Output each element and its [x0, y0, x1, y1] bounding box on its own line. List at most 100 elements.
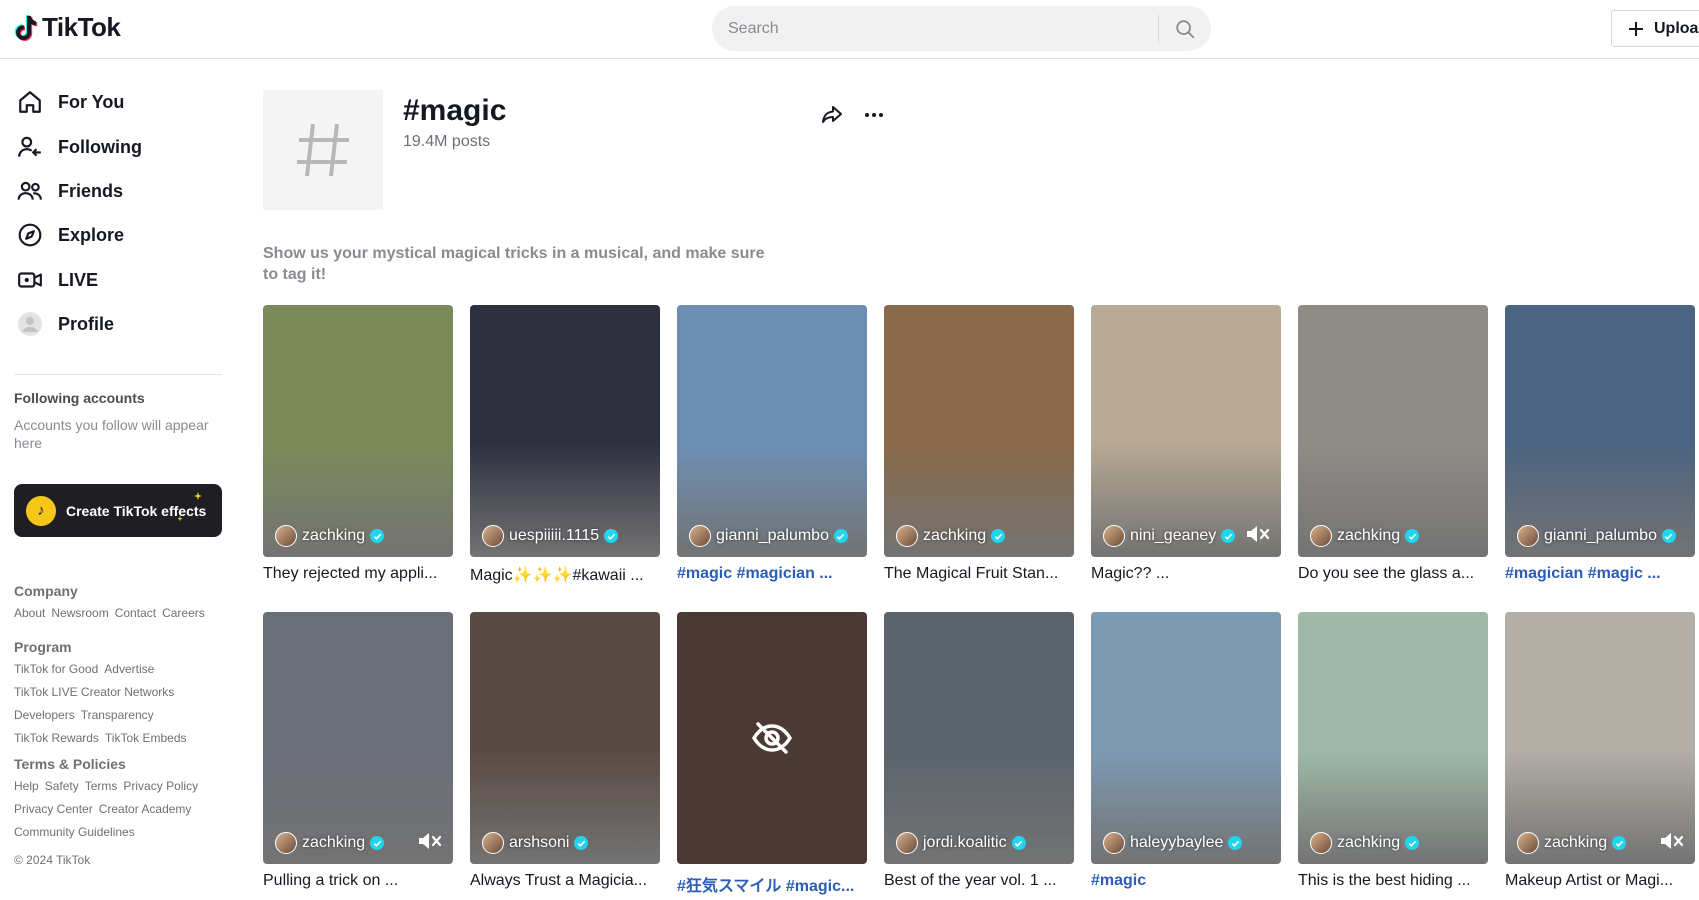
- verified-badge-icon: [604, 529, 619, 543]
- video-thumbnail[interactable]: zachking: [1298, 305, 1488, 557]
- profile-avatar-icon: [16, 310, 44, 338]
- video-card[interactable]: #狂気スマイル #magic...: [677, 612, 867, 896]
- upload-button[interactable]: Uploa: [1611, 10, 1699, 47]
- video-thumbnail[interactable]: arshsoni: [470, 612, 660, 864]
- video-thumbnail[interactable]: [677, 612, 867, 864]
- footer-link[interactable]: TikTok Embeds: [105, 731, 187, 746]
- nav-friends[interactable]: Friends: [16, 171, 226, 211]
- footer-link[interactable]: Creator Academy: [99, 802, 192, 817]
- video-caption[interactable]: #狂気スマイル #magic...: [677, 872, 867, 896]
- author-avatar: [1103, 832, 1125, 854]
- video-card[interactable]: gianni_palumbo #magic #magician ...: [677, 305, 867, 583]
- video-card[interactable]: zachking This is the best hiding ...: [1298, 612, 1488, 890]
- footer-link[interactable]: About: [14, 606, 45, 621]
- video-thumbnail[interactable]: uespiiiii.1115: [470, 305, 660, 557]
- footer-link[interactable]: Safety: [45, 779, 79, 794]
- video-thumbnail[interactable]: zachking: [263, 305, 453, 557]
- video-card[interactable]: gianni_palumbo #magician #magic ...: [1505, 305, 1695, 583]
- video-caption[interactable]: #magic #magician ...: [677, 565, 867, 583]
- video-author[interactable]: zachking: [1517, 832, 1627, 854]
- verified-badge-icon: [1405, 529, 1420, 543]
- nav-profile[interactable]: Profile: [16, 304, 226, 344]
- compass-icon: [16, 221, 44, 249]
- verified-badge-icon: [1405, 836, 1420, 850]
- more-options-button[interactable]: [860, 101, 888, 129]
- video-caption[interactable]: The Magical Fruit Stan...: [884, 565, 1074, 583]
- video-caption[interactable]: #magician #magic ...: [1505, 565, 1695, 583]
- video-author[interactable]: jordi.koalitic: [896, 832, 1026, 854]
- muted-speaker-icon[interactable]: [1245, 523, 1271, 545]
- video-author[interactable]: zachking: [1310, 525, 1420, 547]
- video-author[interactable]: gianni_palumbo: [689, 525, 848, 547]
- video-caption[interactable]: Always Trust a Magicia...: [470, 872, 660, 890]
- footer-link[interactable]: Privacy Center: [14, 802, 93, 817]
- footer-link[interactable]: Terms: [85, 779, 118, 794]
- video-author[interactable]: arshsoni: [482, 832, 589, 854]
- video-thumbnail[interactable]: gianni_palumbo: [677, 305, 867, 557]
- nav-following[interactable]: Following: [16, 127, 226, 167]
- video-thumbnail[interactable]: nini_geaney: [1091, 305, 1281, 557]
- video-caption[interactable]: Pulling a trick on ...: [263, 872, 453, 890]
- video-author[interactable]: zachking: [1310, 832, 1420, 854]
- video-card[interactable]: zachking Do you see the glass a...: [1298, 305, 1488, 583]
- footer-link[interactable]: Help: [14, 779, 39, 794]
- video-author[interactable]: gianni_palumbo: [1517, 525, 1676, 547]
- footer-link[interactable]: Community Guidelines: [14, 825, 135, 840]
- video-caption[interactable]: Best of the year vol. 1 ...: [884, 872, 1074, 890]
- video-thumbnail[interactable]: haleyybaylee: [1091, 612, 1281, 864]
- nav-for-you[interactable]: For You: [16, 82, 226, 122]
- muted-speaker-icon[interactable]: [417, 830, 443, 852]
- footer-link[interactable]: Transparency: [81, 708, 154, 723]
- footer-link[interactable]: Newsroom: [51, 606, 108, 621]
- video-caption[interactable]: #magic: [1091, 872, 1281, 890]
- video-card[interactable]: zachking Makeup Artist or Magi...: [1505, 612, 1695, 890]
- create-effects-button[interactable]: ♪ Create TikTok effects: [14, 484, 222, 537]
- video-card[interactable]: jordi.koalitic Best of the year vol. 1 ..…: [884, 612, 1074, 890]
- video-caption[interactable]: Magic✨✨✨#kawaii ...: [470, 565, 660, 585]
- video-author[interactable]: haleyybaylee: [1103, 832, 1243, 854]
- footer-link[interactable]: Careers: [162, 606, 205, 621]
- video-card[interactable]: zachking Pulling a trick on ...: [263, 612, 453, 890]
- footer-link[interactable]: Developers: [14, 708, 75, 723]
- search-input[interactable]: [712, 19, 1158, 38]
- footer-link[interactable]: Advertise: [104, 662, 154, 677]
- author-avatar: [1310, 525, 1332, 547]
- video-caption[interactable]: Makeup Artist or Magi...: [1505, 872, 1695, 890]
- search-button[interactable]: [1159, 6, 1211, 51]
- video-thumbnail[interactable]: zachking: [1505, 612, 1695, 864]
- video-caption[interactable]: Magic?? ...: [1091, 565, 1281, 583]
- video-card[interactable]: uespiiiii.1115 Magic✨✨✨#kawaii ...: [470, 305, 660, 585]
- video-card[interactable]: nini_geaney Magic?? ...: [1091, 305, 1281, 583]
- footer-link[interactable]: TikTok for Good: [14, 662, 98, 677]
- muted-speaker-icon[interactable]: [1659, 830, 1685, 852]
- video-author[interactable]: uespiiiii.1115: [482, 525, 619, 547]
- footer-link[interactable]: TikTok Rewards: [14, 731, 99, 746]
- video-card[interactable]: arshsoni Always Trust a Magicia...: [470, 612, 660, 890]
- footer-link[interactable]: TikTok LIVE Creator Networks: [14, 685, 174, 700]
- video-thumbnail[interactable]: zachking: [1298, 612, 1488, 864]
- video-author[interactable]: zachking: [896, 525, 1006, 547]
- video-caption[interactable]: Do you see the glass a...: [1298, 565, 1488, 583]
- share-button[interactable]: [818, 101, 846, 129]
- footer-link[interactable]: Contact: [115, 606, 156, 621]
- nav-label: Friends: [58, 180, 124, 201]
- video-thumbnail[interactable]: zachking: [263, 612, 453, 864]
- sidebar: For You Following Friends Explore LIVE P…: [0, 60, 240, 900]
- video-thumbnail[interactable]: gianni_palumbo: [1505, 305, 1695, 557]
- tiktok-logo[interactable]: TikTok: [14, 12, 121, 43]
- footer-link[interactable]: Privacy Policy: [123, 779, 198, 794]
- plus-icon: [1629, 21, 1643, 36]
- nav-live[interactable]: LIVE: [16, 260, 226, 300]
- video-thumbnail[interactable]: zachking: [884, 305, 1074, 557]
- video-author[interactable]: zachking: [275, 832, 385, 854]
- video-card[interactable]: zachking They rejected my appli...: [263, 305, 453, 583]
- video-author[interactable]: zachking: [275, 525, 385, 547]
- video-author[interactable]: nini_geaney: [1103, 525, 1236, 547]
- video-card[interactable]: haleyybaylee #magic: [1091, 612, 1281, 890]
- video-card[interactable]: zachking The Magical Fruit Stan...: [884, 305, 1074, 583]
- nav-explore[interactable]: Explore: [16, 215, 226, 255]
- video-thumbnail[interactable]: jordi.koalitic: [884, 612, 1074, 864]
- video-caption[interactable]: This is the best hiding ...: [1298, 872, 1488, 890]
- video-caption[interactable]: They rejected my appli...: [263, 565, 453, 583]
- nav-label: Explore: [58, 224, 125, 245]
